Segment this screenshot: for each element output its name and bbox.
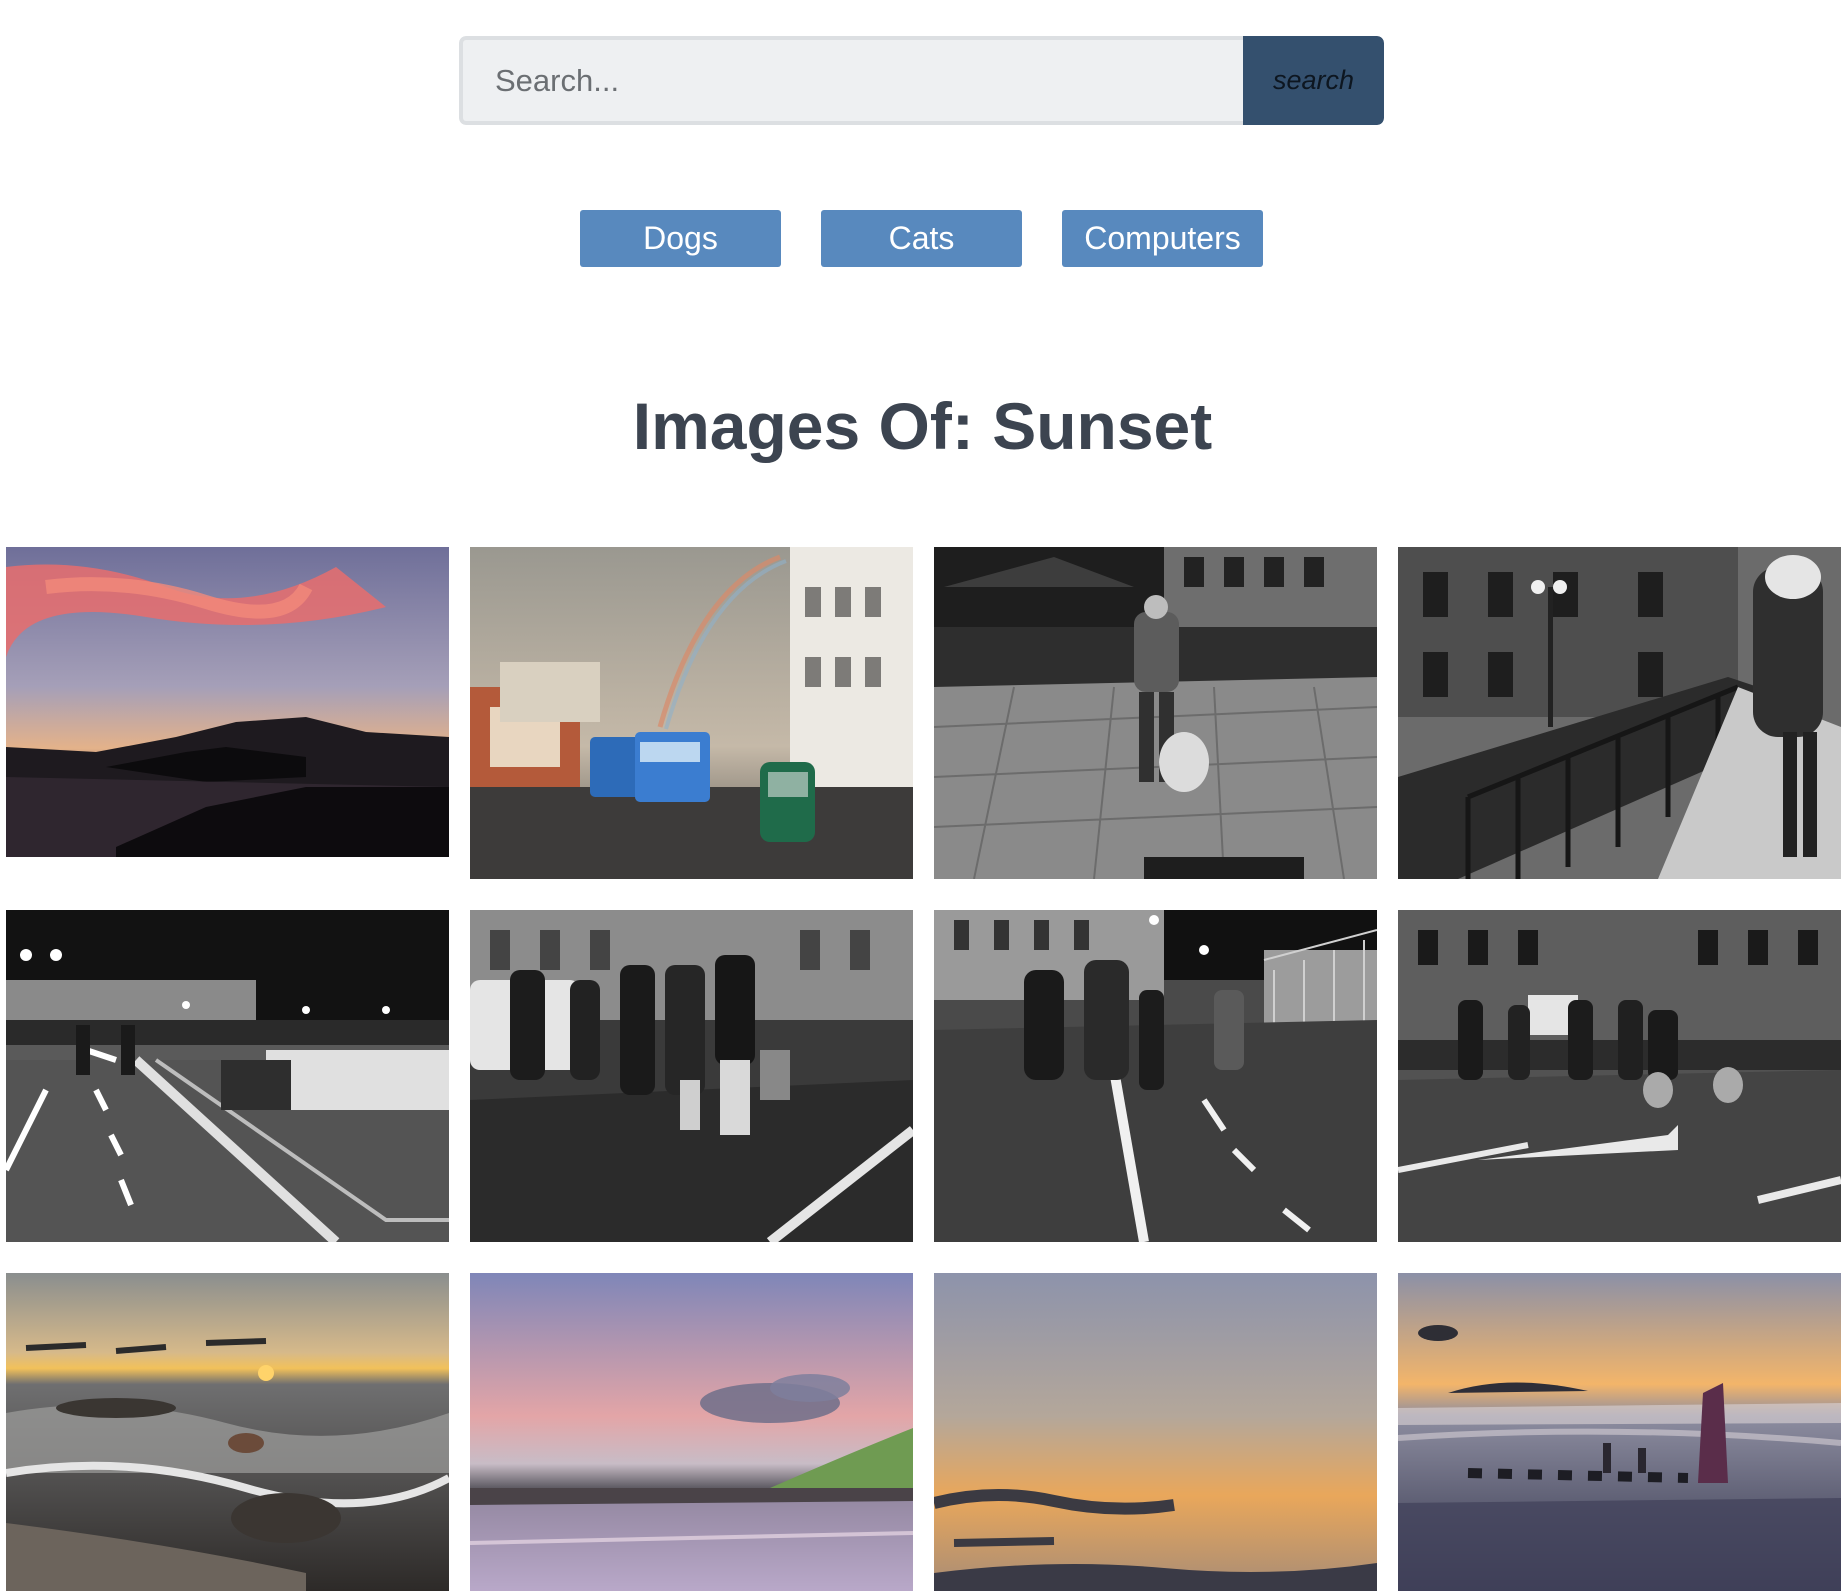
results-heading: Images Of: Sunset bbox=[632, 389, 1213, 463]
gallery-image-bike-path[interactable] bbox=[934, 910, 1377, 1242]
gallery-image-night-promenade[interactable] bbox=[6, 910, 449, 1242]
gallery-image-rocky-shore[interactable] bbox=[6, 1273, 449, 1591]
gallery-image-orange-sky[interactable] bbox=[934, 1273, 1377, 1591]
gallery-image-pink-sky-beach[interactable] bbox=[470, 1273, 913, 1591]
gallery-image-people-crossing[interactable] bbox=[470, 910, 913, 1242]
category-button-dogs[interactable]: Dogs bbox=[580, 210, 781, 267]
category-button-cats[interactable]: Cats bbox=[821, 210, 1022, 267]
gallery-image-street-rainbow[interactable] bbox=[470, 547, 913, 879]
search-button[interactable]: search bbox=[1243, 36, 1384, 125]
category-button-computers[interactable]: Computers bbox=[1062, 210, 1263, 267]
gallery-image-city-street[interactable] bbox=[1398, 910, 1841, 1242]
gallery-image-night-cafe[interactable] bbox=[934, 547, 1377, 879]
gallery-image-sunset-sea[interactable] bbox=[6, 547, 449, 857]
search-input[interactable] bbox=[459, 36, 1243, 125]
search-bar: search bbox=[459, 36, 1384, 125]
gallery-image-shipwreck-beach[interactable] bbox=[1398, 1273, 1841, 1591]
gallery-image-canal-bridge[interactable] bbox=[1398, 547, 1841, 879]
